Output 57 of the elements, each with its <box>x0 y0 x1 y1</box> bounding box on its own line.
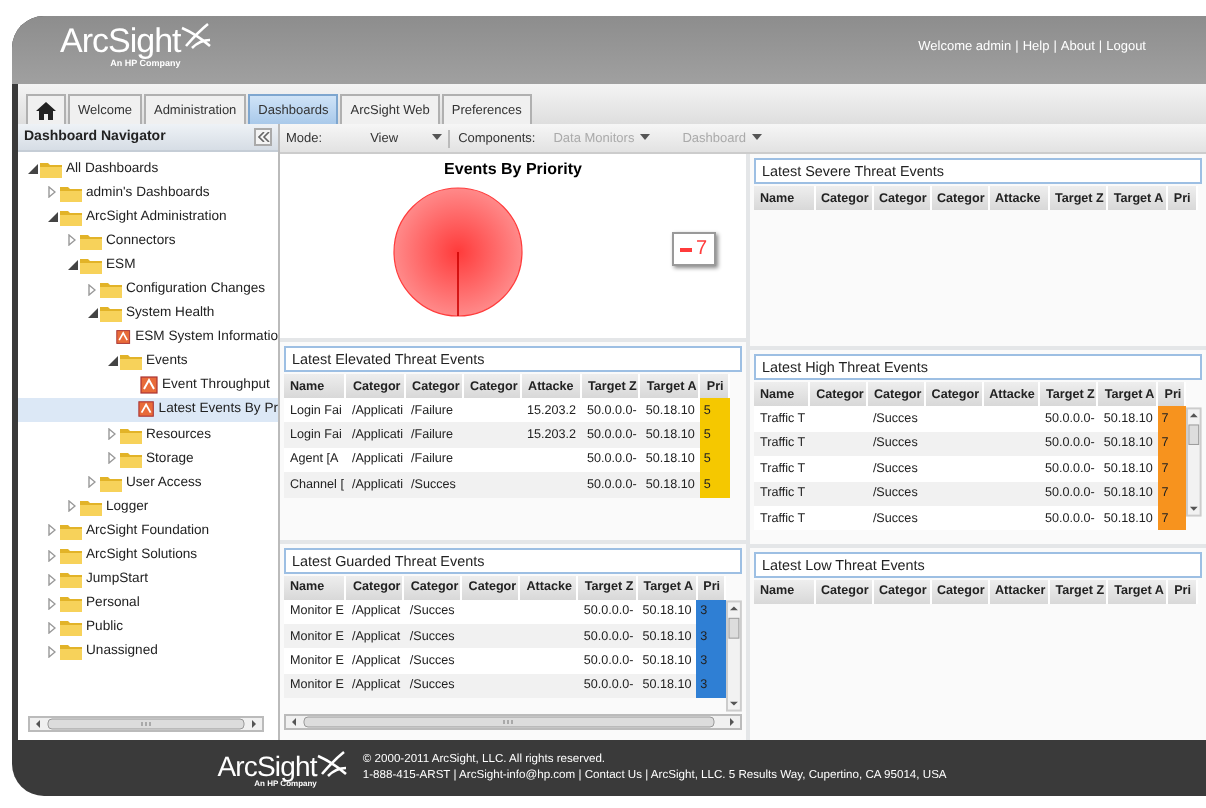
collapsed-arrow-icon[interactable] <box>108 428 116 441</box>
logo-text: ArcSight <box>217 749 317 781</box>
dashboard-icon <box>138 400 155 419</box>
folder-icon <box>60 546 82 565</box>
expanded-arrow-icon[interactable] <box>47 211 57 222</box>
expanded-arrow-icon[interactable] <box>87 308 97 319</box>
dashboard-icon <box>116 328 132 347</box>
caret-icon <box>752 134 763 142</box>
home-icon <box>36 101 56 119</box>
pie-chart <box>392 186 524 318</box>
collapsed-arrow-icon[interactable] <box>48 597 56 610</box>
double-chevron-icon <box>257 132 269 142</box>
folder-icon <box>120 352 142 371</box>
folder-icon <box>100 280 122 299</box>
logo-text: ArcSight <box>60 22 181 60</box>
horizontal-scrollbar[interactable] <box>28 716 264 732</box>
expanded-arrow-icon[interactable] <box>67 259 77 270</box>
folder-icon <box>60 183 82 202</box>
home-tab[interactable] <box>26 94 66 124</box>
folder-icon <box>80 231 102 250</box>
collapsed-arrow-icon[interactable] <box>48 549 56 562</box>
vertical-scrollbar[interactable] <box>726 599 742 711</box>
collapsed-arrow-icon[interactable] <box>48 621 56 634</box>
vertical-scrollbar[interactable] <box>1186 406 1202 519</box>
folder-icon <box>100 304 122 323</box>
folder-icon <box>60 618 82 637</box>
folder-icon <box>60 642 82 661</box>
folder-icon <box>80 497 102 516</box>
folder-icon <box>100 473 122 492</box>
logo-icon <box>316 749 349 777</box>
collapsed-arrow-icon[interactable] <box>48 186 56 199</box>
folder-icon <box>60 207 82 226</box>
logo-icon <box>180 22 213 50</box>
collapse-button[interactable] <box>254 128 272 146</box>
dashboard-icon <box>140 376 158 395</box>
folder-icon <box>80 255 102 274</box>
folder-icon <box>40 159 62 178</box>
caret-icon <box>640 134 651 142</box>
folder-icon <box>60 570 82 589</box>
folder-icon <box>120 425 142 444</box>
collapsed-arrow-icon[interactable] <box>68 500 76 513</box>
chart-title: Events By Priority <box>442 158 584 178</box>
collapsed-arrow-icon[interactable] <box>48 573 56 586</box>
collapsed-arrow-icon[interactable] <box>88 476 96 489</box>
expanded-arrow-icon[interactable] <box>27 163 37 174</box>
horizontal-scrollbar[interactable] <box>284 713 742 729</box>
folder-icon <box>60 521 82 540</box>
collapsed-arrow-icon[interactable] <box>68 234 76 247</box>
collapsed-arrow-icon[interactable] <box>48 524 56 537</box>
caret-icon <box>432 134 443 142</box>
legend-label: 7 <box>696 238 708 260</box>
folder-icon <box>60 594 82 613</box>
folder-icon <box>120 449 142 468</box>
collapsed-arrow-icon[interactable] <box>48 645 56 658</box>
collapsed-arrow-icon[interactable] <box>88 283 96 296</box>
collapsed-arrow-icon[interactable] <box>108 452 116 465</box>
expanded-arrow-icon[interactable] <box>107 356 117 367</box>
